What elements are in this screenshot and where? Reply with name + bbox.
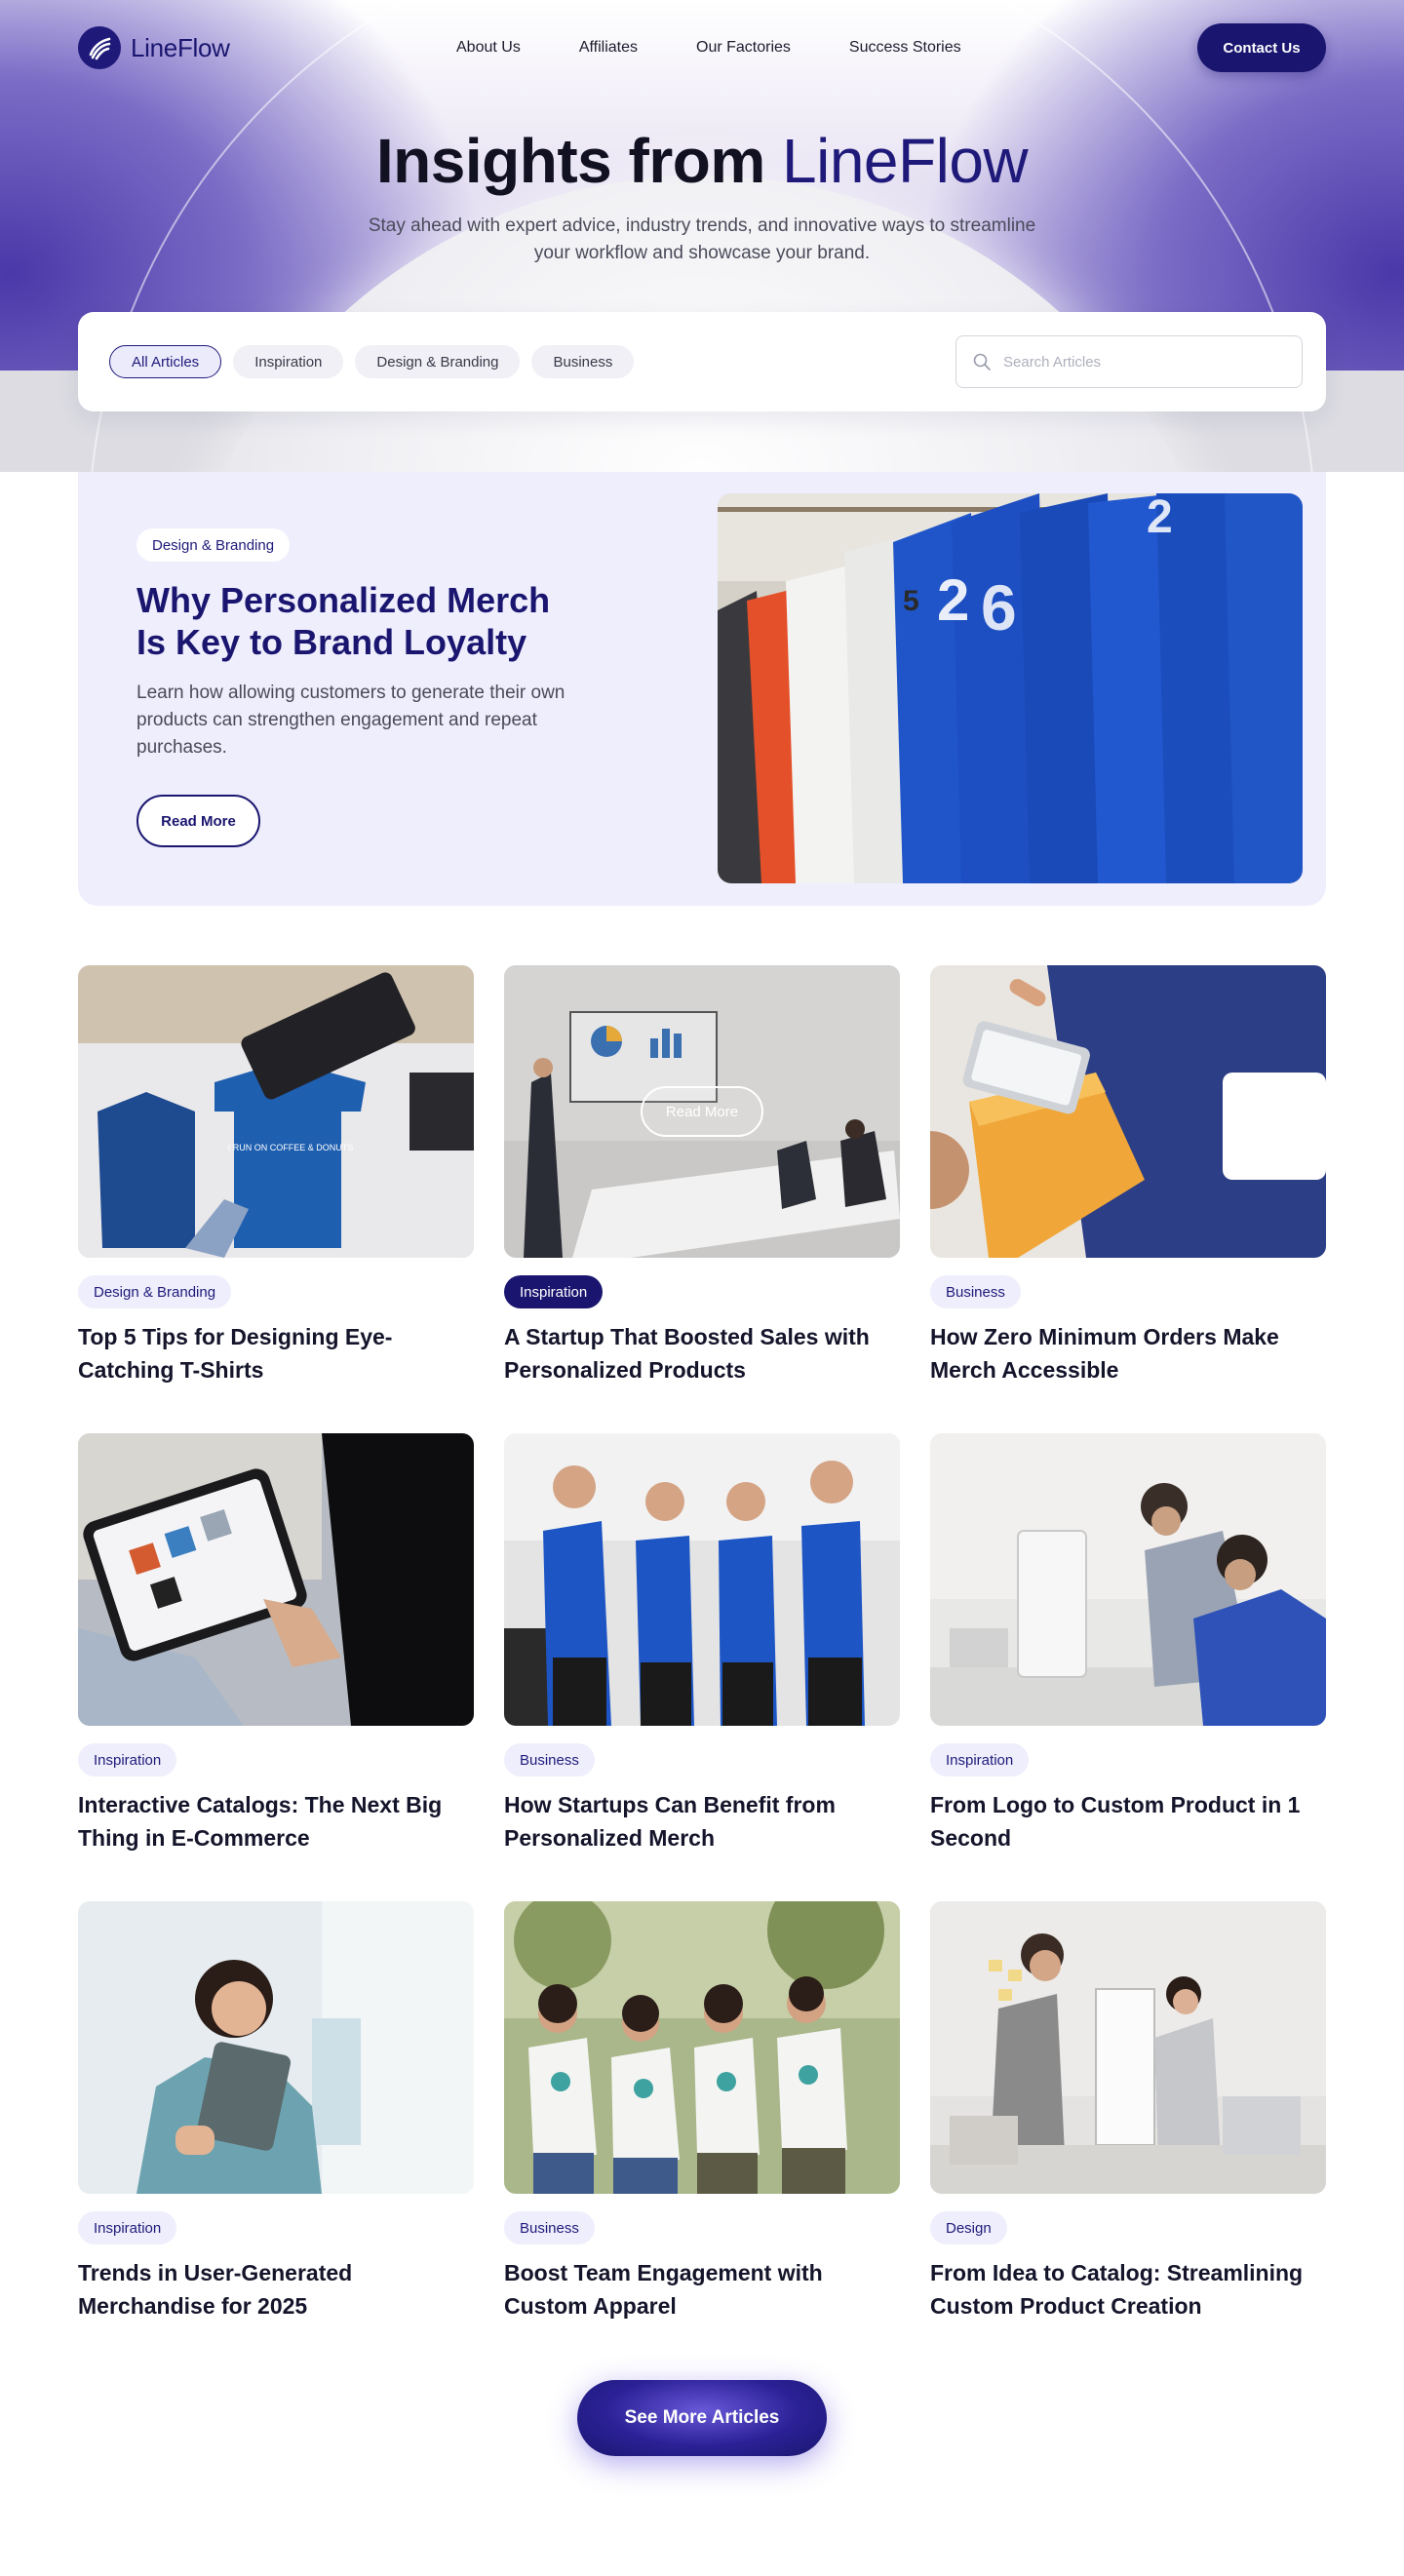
article-title[interactable]: Interactive Catalogs: The Next Big Thing… [78, 1788, 468, 1854]
team-thumbs-up-photo [504, 1433, 900, 1726]
article-tag[interactable]: Inspiration [930, 1743, 1030, 1776]
woman-tablet-photo [78, 1901, 474, 2194]
article-image[interactable]: Read More [504, 965, 900, 1258]
article-image[interactable] [930, 1901, 1326, 2194]
chip-business[interactable]: Business [531, 345, 635, 378]
article-card[interactable]: Business How Zero Minimum Orders Make Me… [930, 965, 1326, 1386]
svg-text:6: 6 [981, 571, 1017, 644]
article-image[interactable] [504, 1901, 900, 2194]
shirt-print-text: I RUN ON COFFEE & DONUTS [228, 1143, 354, 1152]
featured-tag[interactable]: Design & Branding [136, 528, 291, 562]
article-hover-read-more-button[interactable]: Read More [641, 1086, 763, 1137]
article-card[interactable]: Inspiration From Logo to Custom Product … [930, 1433, 1326, 1854]
article-title[interactable]: From Logo to Custom Product in 1 Second [930, 1788, 1320, 1854]
nav-our-factories[interactable]: Our Factories [696, 39, 791, 57]
article-card[interactable]: Read More Inspiration A Startup That Boo… [504, 965, 900, 1386]
team-outdoor-photo [504, 1901, 900, 2194]
article-card[interactable]: I RUN ON COFFEE & DONUTS Design & Brandi… [78, 965, 474, 1386]
contact-us-button[interactable]: Contact Us [1197, 23, 1326, 72]
featured-read-more-button[interactable]: Read More [136, 795, 260, 847]
search-box[interactable] [956, 335, 1303, 388]
top-nav: LineFlow About Us Affiliates Our Factori… [78, 23, 1326, 72]
jersey-rack-photo: 2 6 2 5 [718, 493, 1303, 883]
see-more-articles-button[interactable]: See More Articles [577, 2380, 827, 2456]
nav-about-us[interactable]: About Us [456, 39, 521, 57]
article-tag[interactable]: Design & Branding [78, 1275, 232, 1308]
page-title: Insights from LineFlow [0, 125, 1404, 197]
article-tag[interactable]: Business [930, 1275, 1021, 1308]
article-tag[interactable]: Business [504, 2211, 595, 2244]
chip-all-articles[interactable]: All Articles [109, 345, 222, 378]
tshirt-press-photo: I RUN ON COFFEE & DONUTS [78, 965, 474, 1258]
svg-text:2: 2 [937, 567, 969, 633]
article-title[interactable]: How Zero Minimum Orders Make Merch Acces… [930, 1320, 1320, 1386]
page-title-main: Insights from [375, 126, 765, 196]
article-card[interactable]: Business How Startups Can Benefit from P… [504, 1433, 900, 1854]
featured-image[interactable]: 2 6 2 5 [718, 493, 1303, 883]
page-subtitle: Stay ahead with expert advice, industry … [368, 215, 1036, 263]
article-title[interactable]: A Startup That Boosted Sales with Person… [504, 1320, 894, 1386]
article-image[interactable] [78, 1433, 474, 1726]
filter-bar: All Articles Inspiration Design & Brandi… [78, 312, 1326, 411]
nav-affiliates[interactable]: Affiliates [579, 39, 638, 57]
nav-success-stories[interactable]: Success Stories [849, 39, 961, 57]
article-title[interactable]: Top 5 Tips for Designing Eye-Catching T-… [78, 1320, 468, 1386]
article-card[interactable]: Business Boost Team Engagement with Cust… [504, 1901, 900, 2322]
article-tag[interactable]: Design [930, 2211, 1007, 2244]
office-computer-photo [930, 1433, 1326, 1726]
article-title[interactable]: Boost Team Engagement with Custom Appare… [504, 2256, 894, 2322]
article-image[interactable] [930, 965, 1326, 1258]
article-card[interactable]: Inspiration Interactive Catalogs: The Ne… [78, 1433, 474, 1854]
logo-icon [78, 26, 121, 69]
featured-description: Learn how allowing customers to generate… [136, 683, 566, 758]
logo[interactable]: LineFlow [78, 26, 230, 69]
chip-inspiration[interactable]: Inspiration [233, 345, 344, 378]
search-icon [973, 353, 991, 371]
article-title[interactable]: Trends in User-Generated Merchandise for… [78, 2256, 468, 2322]
tablet-catalog-photo [78, 1433, 474, 1726]
svg-text:5: 5 [903, 585, 919, 617]
svg-text:2: 2 [1147, 493, 1173, 543]
logo-text: LineFlow [131, 32, 230, 62]
article-tag[interactable]: Business [504, 1743, 595, 1776]
featured-article: Design & Branding Why Personalized Merch… [78, 472, 1326, 906]
article-card[interactable]: Inspiration Trends in User-Generated Mer… [78, 1901, 474, 2322]
article-title[interactable]: How Startups Can Benefit from Personaliz… [504, 1788, 894, 1854]
whiteboard-meeting-photo [930, 1901, 1326, 2194]
nav-links: About Us Affiliates Our Factories Succes… [456, 23, 961, 72]
featured-title[interactable]: Why Personalized Merch Is Key to Brand L… [136, 579, 585, 663]
article-tag[interactable]: Inspiration [78, 1743, 177, 1776]
article-image[interactable] [930, 1433, 1326, 1726]
category-chips: All Articles Inspiration Design & Brandi… [109, 345, 635, 378]
article-title[interactable]: From Idea to Catalog: Streamlining Custo… [930, 2256, 1320, 2322]
article-tag[interactable]: Inspiration [78, 2211, 177, 2244]
article-image[interactable] [78, 1901, 474, 2194]
page-title-accent: LineFlow [782, 126, 1029, 196]
search-input[interactable] [1003, 353, 1276, 371]
article-card[interactable]: Design From Idea to Catalog: Streamlinin… [930, 1901, 1326, 2322]
article-image[interactable]: I RUN ON COFFEE & DONUTS [78, 965, 474, 1258]
article-tag[interactable]: Inspiration [504, 1275, 604, 1308]
tablet-delivery-photo [930, 965, 1326, 1258]
chip-design-branding[interactable]: Design & Branding [355, 345, 521, 378]
article-image[interactable] [504, 1433, 900, 1726]
